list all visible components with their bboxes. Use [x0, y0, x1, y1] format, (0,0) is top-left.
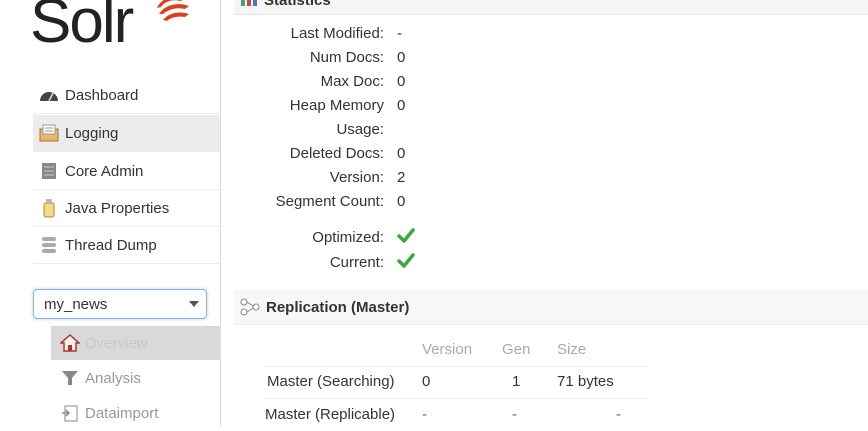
stat-last-modified: Last Modified: - [221, 25, 521, 49]
column-header-size: Size [557, 341, 587, 358]
core-item-dataimport[interactable]: Dataimport [51, 396, 220, 430]
stat-num-docs: Num Docs: 0 [221, 49, 521, 73]
row-size: - [616, 406, 621, 423]
filter-icon [59, 368, 81, 388]
stat-value: 0 [397, 97, 406, 114]
core-item-label: Overview [85, 334, 148, 352]
solr-logo-icon: Solr [30, 0, 189, 56]
stat-key: Version: [329, 169, 384, 186]
sidebar-item-label: Logging [65, 124, 119, 142]
home-icon [59, 333, 81, 353]
stat-key: Current: [329, 254, 384, 271]
replication-header: Replication (Master) [234, 290, 868, 325]
chevron-down-icon [189, 301, 199, 307]
stat-key: Max Doc: [320, 73, 384, 90]
solr-logo[interactable]: Solr [30, 0, 200, 56]
sidebar-item-dashboard[interactable]: Dashboard [33, 77, 220, 114]
stat-current: Current: [221, 252, 521, 278]
core-item-label: Dataimport [85, 404, 159, 422]
stat-usage: Usage: [221, 121, 521, 145]
sidebar-item-label: Core Admin [65, 162, 144, 180]
sidebar-item-logging[interactable]: Logging [33, 115, 220, 152]
row-gen: - [512, 406, 517, 423]
statistics-header: Statistics [234, 0, 868, 15]
stat-value: 2 [397, 169, 406, 186]
column-header-gen: Gen [502, 341, 531, 358]
stat-max-doc: Max Doc: 0 [221, 73, 521, 97]
bar-chart-icon [240, 0, 258, 10]
stat-value: - [397, 25, 402, 42]
core-item-overview[interactable]: Overview [51, 326, 220, 360]
stat-heap-memory: Heap Memory 0 [221, 97, 521, 121]
sidebar-item-label: Dashboard [65, 86, 139, 104]
stat-key: Heap Memory [289, 97, 384, 114]
statistics-title: Statistics [264, 0, 331, 9]
core-selector-value: my_news [44, 295, 108, 313]
stat-value: 0 [397, 193, 406, 210]
sidebar: Solr Dashboard Logging Core Admin Java P… [0, 0, 220, 427]
stat-value: 0 [397, 49, 406, 66]
stat-segment-count: Segment Count: 0 [221, 193, 521, 217]
sidebar-item-thread-dump[interactable]: Thread Dump [33, 227, 220, 264]
core-item-label: Analysis [85, 369, 141, 387]
java-properties-icon [38, 198, 60, 218]
stat-key: Segment Count: [275, 193, 384, 210]
logging-icon [38, 123, 60, 143]
core-item-analysis[interactable]: Analysis [51, 361, 220, 395]
thread-dump-icon [38, 235, 60, 255]
row-version: 0 [422, 373, 431, 390]
table-header-row: Version Gen Size [263, 335, 648, 367]
core-admin-icon [38, 161, 60, 181]
row-gen: 1 [512, 373, 521, 390]
row-name: Master (Replicable) [265, 406, 396, 423]
check-icon [397, 227, 415, 249]
sidebar-item-core-admin[interactable]: Core Admin [33, 153, 220, 190]
stat-deleted-docs: Deleted Docs: 0 [221, 145, 521, 169]
svg-text:Solr: Solr [30, 0, 134, 50]
stat-key: Optimized: [312, 229, 384, 246]
sidebar-item-label: Java Properties [65, 199, 170, 217]
check-icon [397, 252, 415, 274]
column-header-version: Version [422, 341, 473, 358]
dashboard-icon [38, 85, 60, 105]
stat-key: Usage: [336, 121, 384, 138]
row-version: - [422, 406, 427, 423]
stat-version: Version: 2 [221, 169, 521, 193]
stat-key: Last Modified: [290, 25, 384, 42]
row-size: 71 bytes [557, 373, 614, 390]
core-selector[interactable]: my_news [33, 289, 207, 319]
replication-title: Replication (Master) [266, 298, 410, 316]
table-row: Master (Searching) 0 1 71 bytes [263, 367, 648, 399]
stat-key: Deleted Docs: [289, 145, 384, 162]
stat-key: Num Docs: [309, 49, 384, 66]
stat-value: 0 [397, 145, 406, 162]
stat-value: 0 [397, 73, 406, 90]
dataimport-icon [59, 403, 81, 423]
sidebar-item-label: Thread Dump [65, 236, 157, 254]
sidebar-item-java-properties[interactable]: Java Properties [33, 190, 220, 227]
row-name: Master (Searching) [267, 373, 395, 390]
stat-optimized: Optimized: [221, 227, 521, 253]
main-content: Statistics Last Modified: - Num Docs: 0 … [221, 0, 868, 427]
table-row: Master (Replicable) - - - [263, 400, 648, 431]
replication-icon [240, 298, 260, 316]
